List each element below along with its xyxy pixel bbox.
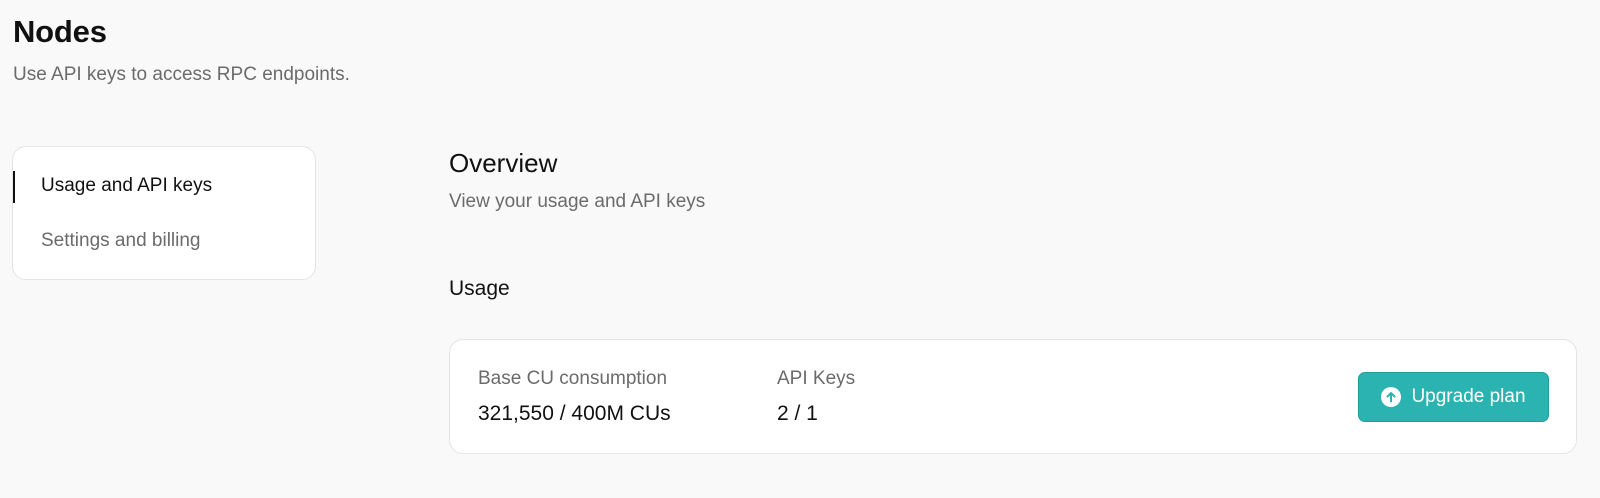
cu-consumption-metric: Base CU consumption 321,550 / 400M CUs: [478, 368, 671, 426]
side-navigation: Usage and API keys Settings and billing: [12, 146, 316, 280]
overview-subtitle: View your usage and API keys: [449, 191, 706, 212]
api-keys-value: 2 / 1: [777, 402, 818, 425]
cu-consumption-label: Base CU consumption: [478, 368, 668, 389]
nodes-page: Nodes Use API keys to access RPC endpoin…: [0, 0, 1600, 498]
page-title: Nodes: [13, 14, 107, 49]
api-keys-metric: API Keys 2 / 1: [777, 368, 855, 426]
upgrade-plan-button[interactable]: Upgrade plan: [1358, 372, 1549, 422]
api-keys-label: API Keys: [777, 368, 856, 389]
cu-consumption-value: 321,550 / 400M CUs: [478, 402, 671, 425]
usage-heading: Usage: [449, 277, 510, 300]
active-nav-indicator: [13, 171, 15, 203]
overview-title: Overview: [449, 148, 558, 178]
arrow-up-circle-icon: [1381, 387, 1402, 407]
nav-item-settings-and-billing[interactable]: Settings and billing: [41, 230, 201, 252]
nav-item-usage-and-api-keys[interactable]: Usage and API keys: [41, 175, 212, 197]
usage-card: Base CU consumption 321,550 / 400M CUs A…: [449, 339, 1577, 454]
page-subtitle: Use API keys to access RPC endpoints.: [13, 64, 350, 85]
upgrade-plan-label: Upgrade plan: [1411, 386, 1526, 407]
